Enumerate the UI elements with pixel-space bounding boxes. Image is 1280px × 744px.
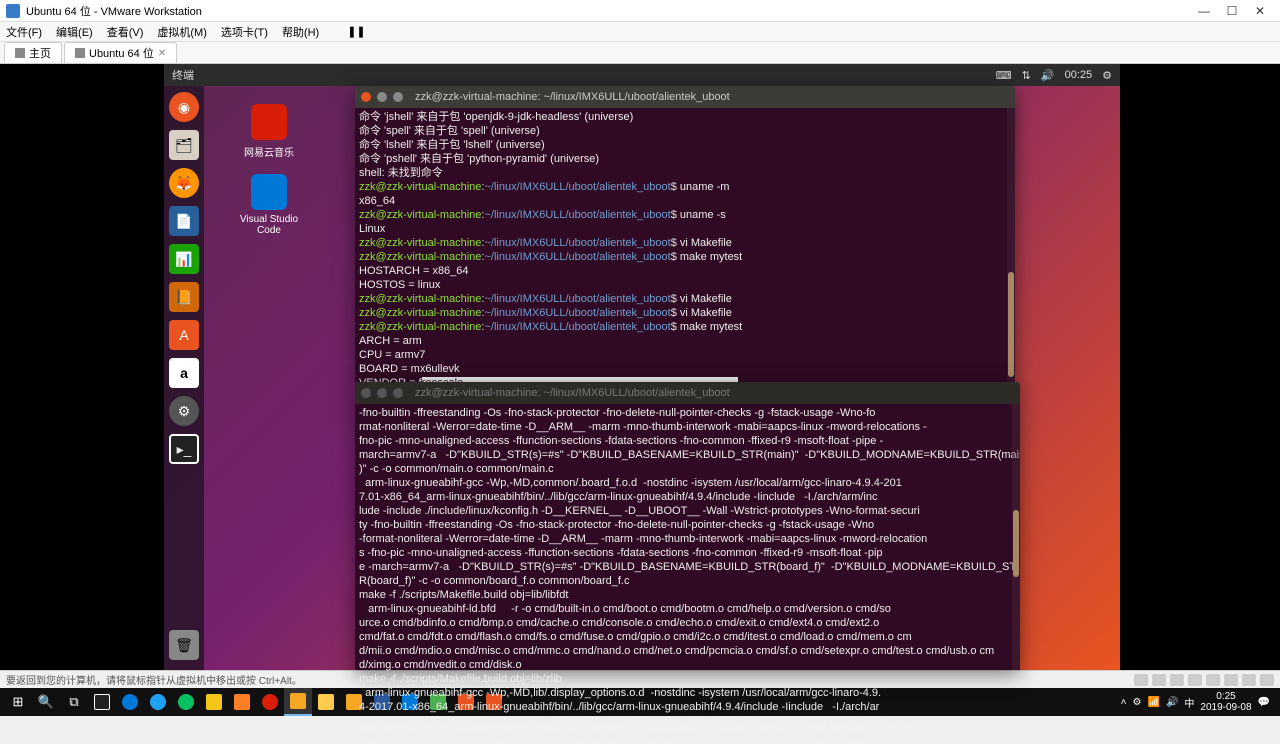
active-app-label: 终端 [172, 67, 194, 83]
tray-net-icon[interactable]: ⚙ [1133, 697, 1142, 708]
calc-icon[interactable]: 📊 [169, 244, 199, 274]
app-icon-1[interactable] [200, 688, 228, 716]
window-minimize-button[interactable]: — [1190, 4, 1218, 18]
menu-edit[interactable]: 编辑(E) [56, 24, 93, 40]
network-icon[interactable]: ⇅ [1022, 69, 1031, 82]
close-icon[interactable] [361, 92, 371, 102]
device-net-icon[interactable] [1170, 674, 1184, 686]
desktop-icon-vscode[interactable]: Visual Studio Code [234, 174, 304, 236]
terminal-icon[interactable]: ▸_ [169, 434, 199, 464]
terminal-titlebar[interactable]: zzk@zzk-virtual-machine: ~/linux/IMX6ULL… [355, 86, 1015, 108]
gear-icon[interactable]: ⚙ [1102, 69, 1112, 82]
netease-taskbar-icon[interactable] [256, 688, 284, 716]
terminal-title-text: zzk@zzk-virtual-machine: ~/linux/IMX6ULL… [415, 90, 730, 104]
scrollbar-thumb[interactable] [1013, 510, 1019, 577]
clock-date: 2019-09-08 [1200, 702, 1251, 713]
menu-tabs[interactable]: 选项卡(T) [221, 24, 268, 40]
firefox-icon[interactable]: 🦊 [169, 168, 199, 198]
software-icon[interactable]: A [169, 320, 199, 350]
tab-vm[interactable]: Ubuntu 64 位 ✕ [64, 42, 177, 63]
vmware-icon [6, 4, 20, 18]
vmware-titlebar: Ubuntu 64 位 - VMware Workstation — ☐ ✕ [0, 0, 1280, 22]
clock-time: 0:25 [1200, 691, 1251, 702]
menu-help[interactable]: 帮助(H) [282, 24, 319, 40]
tab-home[interactable]: 主页 [4, 42, 62, 63]
app-icon-2[interactable] [228, 688, 256, 716]
vm-icon [75, 48, 85, 58]
terminal-content[interactable]: -fno-builtin -ffreestanding -Os -fno-sta… [355, 404, 1020, 744]
volume-icon[interactable]: 🔊 [1041, 69, 1055, 82]
trash-icon[interactable]: 🗑 [169, 630, 199, 660]
tab-close-icon[interactable]: ✕ [158, 48, 166, 59]
clock-label[interactable]: 00:25 [1065, 69, 1093, 81]
terminal-scrollbar[interactable] [1007, 108, 1015, 382]
taskbar-clock[interactable]: 0:25 2019-09-08 [1200, 691, 1251, 713]
menu-file[interactable]: 文件(F) [6, 24, 42, 40]
menu-vm[interactable]: 虚拟机(M) [157, 24, 207, 40]
ubuntu-launcher: ◉ 🗂 🦊 📄 📊 📙 A a ⚙ ▸_ 🗑 [164, 86, 204, 670]
amazon-icon[interactable]: a [169, 358, 199, 388]
start-button[interactable]: ⊞ [4, 688, 32, 716]
tab-home-label: 主页 [29, 45, 51, 61]
home-icon [15, 48, 25, 58]
minimize-icon[interactable] [377, 388, 387, 398]
netease-label: 网易云音乐 [234, 144, 304, 159]
edge-icon[interactable] [116, 688, 144, 716]
chevron-up-icon[interactable]: ˄ [1121, 697, 1127, 708]
writer-icon[interactable]: 📄 [169, 206, 199, 236]
guest-vm-viewport[interactable]: 终端 ⌨ ⇅ 🔊 00:25 ⚙ ◉ 🗂 🦊 📄 📊 📙 A a ⚙ ▸_ 🗑 … [0, 64, 1280, 670]
vscode-label: Visual Studio Code [234, 214, 304, 236]
notifications-icon[interactable]: 💬 [1258, 697, 1270, 708]
window-maximize-button[interactable]: ☐ [1218, 4, 1246, 18]
vscode-icon [251, 174, 287, 210]
search-icon[interactable]: 🔍 [32, 688, 60, 716]
maximize-icon[interactable] [393, 388, 403, 398]
wechat-icon[interactable] [172, 688, 200, 716]
vmware-title-text: Ubuntu 64 位 - VMware Workstation [26, 3, 202, 19]
keyboard-icon[interactable]: ⌨ [996, 69, 1012, 82]
device-usb-icon[interactable] [1188, 674, 1202, 686]
device-misc-icon[interactable] [1260, 674, 1274, 686]
camera-icon[interactable] [88, 688, 116, 716]
impress-icon[interactable]: 📙 [169, 282, 199, 312]
terminal-window-bottom[interactable]: zzk@zzk-virtual-machine: ~/linux/IMX6ULL… [355, 382, 1020, 670]
tray-ime-icon[interactable]: 中 [1184, 695, 1194, 710]
terminal-window-top[interactable]: zzk@zzk-virtual-machine: ~/linux/IMX6ULL… [355, 86, 1015, 382]
vmware-menubar: 文件(F) 编辑(E) 查看(V) 虚拟机(M) 选项卡(T) 帮助(H) ❚❚ [0, 22, 1280, 42]
files-icon[interactable]: 🗂 [169, 130, 199, 160]
dash-icon[interactable]: ◉ [169, 92, 199, 122]
tray-wifi-icon[interactable]: 📶 [1147, 697, 1159, 708]
vmware-tabbar: 主页 Ubuntu 64 位 ✕ [0, 42, 1280, 64]
status-hint-text: 要返回到您的计算机，请将鼠标指针从虚拟机中移出或按 Ctrl+Alt。 [6, 672, 302, 687]
browser-icon[interactable] [144, 688, 172, 716]
maximize-icon[interactable] [393, 92, 403, 102]
device-hdd-icon[interactable] [1134, 674, 1148, 686]
settings-icon[interactable]: ⚙ [169, 396, 199, 426]
minimize-icon[interactable] [377, 92, 387, 102]
gnome-top-panel: 终端 ⌨ ⇅ 🔊 00:25 ⚙ [164, 64, 1120, 86]
terminal-scrollbar[interactable] [1012, 404, 1020, 670]
device-cd-icon[interactable] [1152, 674, 1166, 686]
close-icon[interactable] [361, 388, 371, 398]
device-display-icon[interactable] [1242, 674, 1256, 686]
tray-volume-icon[interactable]: 🔊 [1166, 697, 1178, 708]
device-printer-icon[interactable] [1224, 674, 1238, 686]
pause-icon[interactable]: ❚❚ [347, 25, 365, 38]
window-close-button[interactable]: ✕ [1246, 4, 1274, 18]
terminal-titlebar-inactive[interactable]: zzk@zzk-virtual-machine: ~/linux/IMX6ULL… [355, 382, 1020, 404]
scrollbar-thumb[interactable] [1008, 272, 1014, 376]
menu-view[interactable]: 查看(V) [107, 24, 144, 40]
desktop-icon-netease[interactable]: 网易云音乐 [234, 104, 304, 159]
tab-vm-label: Ubuntu 64 位 [89, 45, 154, 61]
explorer-icon[interactable] [312, 688, 340, 716]
netease-icon [251, 104, 287, 140]
vmware-taskbar-icon[interactable] [284, 688, 312, 716]
taskview-icon[interactable]: ⧉ [60, 688, 88, 716]
system-tray[interactable]: ˄ ⚙ 📶 🔊 中 0:25 2019-09-08 💬 [1121, 691, 1276, 713]
device-sound-icon[interactable] [1206, 674, 1220, 686]
terminal-title-text: zzk@zzk-virtual-machine: ~/linux/IMX6ULL… [415, 386, 730, 400]
